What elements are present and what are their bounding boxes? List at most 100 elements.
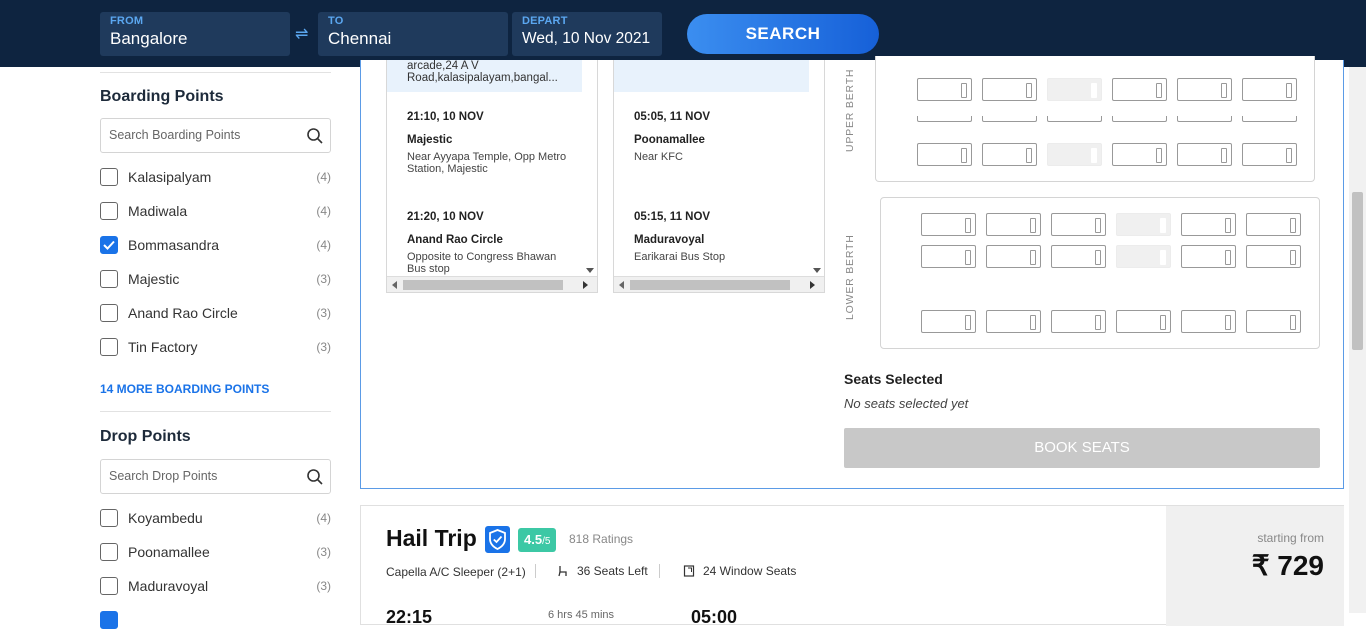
boarding-point-bommasandra[interactable]: Bommasandra (4) [100,233,331,267]
boarding-points-panel[interactable]: arcade,24 A V Road,kalasipalayam,bangal.… [386,60,598,293]
vertical-scrollbar[interactable] [809,60,824,275]
boarding-point-entry[interactable]: 21:10, 10 NOV Majestic Near Ayyapa Templ… [407,111,577,175]
checkbox[interactable] [100,509,118,527]
boarding-point-label[interactable]: Kalasipalyam [128,169,211,185]
scroll-left-arrow-icon[interactable] [392,281,397,289]
boarding-point-majestic[interactable]: Majestic (3) [100,267,331,301]
seat[interactable] [1051,245,1106,268]
from-field[interactable]: FROM Bangalore [100,12,290,56]
checkbox-checked[interactable] [100,236,118,254]
drop-points-panel[interactable]: 05:05, 11 NOV Poonamallee Near KFC 05:15… [613,60,825,293]
scroll-down-arrow-icon[interactable] [813,268,821,273]
boarding-point-label[interactable]: Tin Factory [128,339,198,355]
boarding-search-input[interactable] [109,128,299,142]
boarding-point-madiwala[interactable]: Madiwala (4) [100,199,331,233]
to-field[interactable]: TO Chennai [318,12,508,56]
checkbox[interactable] [100,543,118,561]
seat[interactable] [1242,116,1297,122]
seat[interactable] [1116,310,1171,333]
from-value[interactable]: Bangalore [110,29,280,49]
drop-point-partial[interactable] [614,60,824,92]
seat[interactable] [1246,245,1301,268]
seat[interactable] [1242,78,1297,101]
seat[interactable] [1181,213,1236,236]
bus-result-card[interactable]: Hail Trip 4.5/5 818 Ratings Capella A/C … [360,505,1344,627]
horizontal-scrollbar[interactable] [614,276,824,292]
boarding-search-box[interactable] [100,118,331,153]
checkbox[interactable] [100,168,118,186]
seat[interactable] [1246,310,1301,333]
drop-point-label[interactable]: Maduravoyal [128,578,208,594]
seat[interactable] [986,245,1041,268]
seat[interactable] [921,245,976,268]
drop-point-entry[interactable]: 05:15, 11 NOV Maduravoyal Earikarai Bus … [634,211,804,263]
checkbox[interactable] [100,577,118,595]
drop-search-input[interactable] [109,469,299,483]
seat[interactable] [982,116,1037,122]
checkbox[interactable] [100,304,118,322]
seat[interactable] [1181,310,1236,333]
seat[interactable] [1177,116,1232,122]
scroll-right-arrow-icon[interactable] [810,281,815,289]
seat[interactable] [917,116,972,122]
drop-point-maduravoyal[interactable]: Maduravoyal (3) [100,574,331,608]
seat[interactable] [917,78,972,101]
seat[interactable] [917,143,972,166]
more-boarding-points-link[interactable]: 14 MORE BOARDING POINTS [100,382,331,396]
search-icon[interactable] [306,468,324,486]
boarding-point-kalasipalyam[interactable]: Kalasipalyam (4) [100,165,331,199]
seat[interactable] [1047,116,1102,122]
search-button[interactable]: SEARCH [687,14,879,54]
seat[interactable] [982,143,1037,166]
drop-point-entry[interactable]: 05:05, 11 NOV Poonamallee Near KFC [634,111,804,163]
checkbox[interactable] [100,270,118,288]
seat[interactable] [1177,78,1232,101]
seat[interactable] [1112,78,1167,101]
seat[interactable] [1177,143,1232,166]
seat[interactable] [921,310,976,333]
page-scrollbar[interactable] [1349,67,1366,613]
boarding-point-anand-rao-circle[interactable]: Anand Rao Circle (3) [100,301,331,335]
seat[interactable] [1051,310,1106,333]
boarding-point-partial[interactable]: arcade,24 A V Road,kalasipalayam,bangal.… [387,60,597,92]
scrollbar-thumb[interactable] [630,280,790,290]
boarding-point-label[interactable]: Bommasandra [128,237,219,253]
seat[interactable] [986,213,1041,236]
boarding-point-tin-factory[interactable]: Tin Factory (3) [100,335,331,369]
drop-search-box[interactable] [100,459,331,494]
seat[interactable] [1246,213,1301,236]
seat[interactable] [1051,213,1106,236]
drop-point-poonamallee[interactable]: Poonamallee (3) [100,540,331,574]
drop-point-label[interactable]: Poonamallee [128,544,210,560]
seat[interactable] [986,310,1041,333]
drop-point-koyambedu[interactable]: Koyambedu (4) [100,506,331,540]
vertical-scrollbar[interactable] [582,60,597,275]
book-seats-button[interactable]: BOOK SEATS [844,428,1320,468]
seat[interactable] [1242,143,1297,166]
boarding-point-label[interactable]: Majestic [128,271,179,287]
to-value[interactable]: Chennai [328,29,498,49]
scrollbar-thumb[interactable] [403,280,563,290]
checkbox[interactable] [100,202,118,220]
drop-point-label[interactable]: Koyambedu [128,510,203,526]
boarding-point-entry[interactable]: 21:20, 10 NOV Anand Rao Circle Opposite … [407,211,577,275]
depart-value[interactable]: Wed, 10 Nov 2021 [522,30,652,48]
scroll-left-arrow-icon[interactable] [619,281,624,289]
search-icon[interactable] [306,127,324,145]
scrollbar-thumb[interactable] [1352,192,1363,350]
depart-field[interactable]: DEPART Wed, 10 Nov 2021 [512,12,662,56]
checkbox[interactable] [100,338,118,356]
seat[interactable] [1112,116,1167,122]
seat[interactable] [982,78,1037,101]
swap-icon[interactable]: ⇌ [295,24,308,44]
seat[interactable] [921,213,976,236]
scroll-down-arrow-icon[interactable] [586,268,594,273]
horizontal-scrollbar[interactable] [387,276,597,292]
seat[interactable] [1181,245,1236,268]
checkbox-checked[interactable] [100,611,118,629]
drop-point-next[interactable] [100,608,331,642]
ratings-count[interactable]: 818 Ratings [569,532,633,546]
scroll-right-arrow-icon[interactable] [583,281,588,289]
boarding-point-label[interactable]: Anand Rao Circle [128,305,238,321]
seat[interactable] [1112,143,1167,166]
